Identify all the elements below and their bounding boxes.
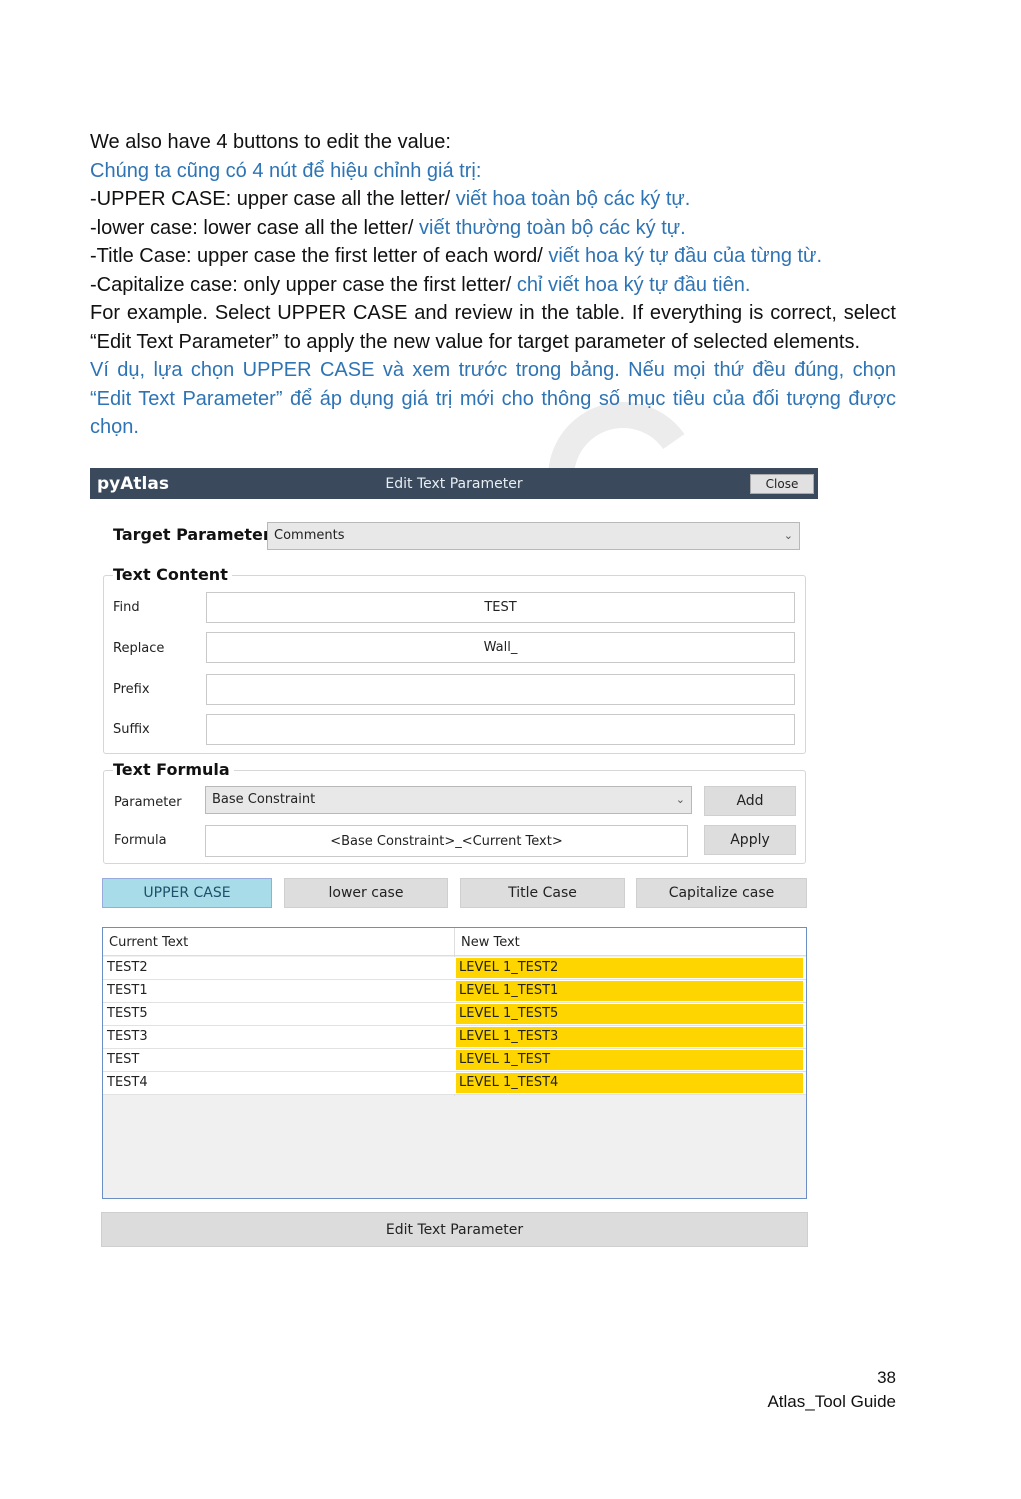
window-title: Edit Text Parameter bbox=[385, 476, 523, 492]
upper-case-description: -UPPER CASE: upper case all the letter/ … bbox=[90, 185, 896, 214]
new-text-cell: LEVEL 1_TEST2 bbox=[456, 958, 803, 978]
replace-input[interactable]: Wall_ bbox=[206, 632, 795, 663]
formula-label: Formula bbox=[114, 833, 167, 848]
formula-input[interactable]: <Base Constraint>_<Current Text> bbox=[205, 825, 688, 857]
title-case-en: -Title Case: upper case the first letter… bbox=[90, 245, 549, 267]
title-case-button[interactable]: Title Case bbox=[460, 878, 625, 908]
table-row[interactable]: TEST5 LEVEL 1_TEST5 bbox=[103, 1003, 806, 1026]
replace-label: Replace bbox=[113, 641, 165, 656]
edit-text-parameter-window: pyAtlas Edit Text Parameter Close bbox=[90, 468, 818, 499]
table-row[interactable]: TEST3 LEVEL 1_TEST3 bbox=[103, 1026, 806, 1049]
capitalize-description: -Capitalize case: only upper case the fi… bbox=[90, 271, 896, 300]
preview-table[interactable]: Current Text New Text TEST2 LEVEL 1_TEST2… bbox=[102, 927, 807, 1199]
table-row[interactable]: TEST4 LEVEL 1_TEST4 bbox=[103, 1072, 806, 1095]
new-text-cell: LEVEL 1_TEST3 bbox=[456, 1027, 803, 1047]
current-text-cell: TEST1 bbox=[107, 983, 148, 998]
edit-text-parameter-button[interactable]: Edit Text Parameter bbox=[101, 1212, 808, 1247]
page-number: 38 bbox=[877, 1368, 896, 1387]
title-case-description: -Title Case: upper case the first letter… bbox=[90, 242, 896, 271]
suffix-input[interactable] bbox=[206, 714, 795, 745]
new-text-cell: LEVEL 1_TEST5 bbox=[456, 1004, 803, 1024]
capitalize-case-button[interactable]: Capitalize case bbox=[636, 878, 807, 908]
title-case-vi: viết hoa ký tự đầu của từng từ. bbox=[548, 245, 823, 267]
current-text-cell: TEST bbox=[107, 1052, 140, 1067]
table-row[interactable]: TEST LEVEL 1_TEST bbox=[103, 1049, 806, 1072]
lower-case-vi: viết thường toàn bộ các ký tự. bbox=[419, 216, 686, 239]
capitalize-en: -Capitalize case: only upper case the fi… bbox=[90, 273, 517, 296]
close-button[interactable]: Close bbox=[750, 474, 814, 494]
suffix-label: Suffix bbox=[113, 722, 150, 737]
example-paragraph-vi: Ví dụ, lựa chọn UPPER CASE và xem trước … bbox=[90, 359, 896, 438]
upper-case-button[interactable]: UPPER CASE bbox=[102, 878, 272, 908]
chevron-down-icon: ⌄ bbox=[675, 793, 685, 806]
add-button[interactable]: Add bbox=[704, 786, 796, 816]
apply-button[interactable]: Apply bbox=[704, 825, 796, 855]
upper-case-en: -UPPER CASE: upper case all the letter/ bbox=[90, 188, 456, 210]
document-footer-title: Atlas_Tool Guide bbox=[767, 1392, 896, 1411]
new-text-cell: LEVEL 1_TEST1 bbox=[456, 981, 803, 1001]
target-parameter-label: Target Parameter bbox=[113, 525, 275, 544]
capitalize-vi: chỉ viết hoa ký tự đầu tiên. bbox=[516, 273, 751, 296]
prefix-input[interactable] bbox=[206, 674, 795, 705]
current-text-cell: TEST2 bbox=[107, 960, 148, 975]
intro-line: We also have 4 buttons to edit the value… bbox=[90, 131, 451, 153]
intro-line-vi: Chúng ta cũng có 4 nút để hiệu chỉnh giá… bbox=[90, 159, 482, 182]
target-parameter-select[interactable]: Comments ⌄ bbox=[267, 522, 800, 550]
upper-case-vi: viết hoa toàn bộ các ký tự. bbox=[455, 188, 691, 210]
column-header-new-text[interactable]: New Text bbox=[461, 935, 520, 950]
chevron-down-icon: ⌄ bbox=[783, 529, 793, 542]
title-bar: pyAtlas Edit Text Parameter Close bbox=[90, 468, 818, 499]
example-paragraph: For example. Select UPPER CASE and revie… bbox=[90, 302, 896, 353]
formula-parameter-value: Base Constraint bbox=[212, 792, 316, 807]
text-content-heading: Text Content bbox=[113, 565, 232, 584]
table-row[interactable]: TEST1 LEVEL 1_TEST1 bbox=[103, 980, 806, 1003]
new-text-cell: LEVEL 1_TEST4 bbox=[456, 1073, 803, 1093]
table-row[interactable]: TEST2 LEVEL 1_TEST2 bbox=[103, 957, 806, 980]
find-label: Find bbox=[113, 600, 140, 615]
current-text-cell: TEST4 bbox=[107, 1075, 148, 1090]
new-text-cell: LEVEL 1_TEST bbox=[456, 1050, 803, 1070]
formula-parameter-select[interactable]: Base Constraint ⌄ bbox=[205, 786, 692, 814]
lower-case-description: -lower case: lower case all the letter/ … bbox=[90, 214, 896, 243]
text-formula-heading: Text Formula bbox=[113, 760, 234, 779]
document-text: We also have 4 buttons to edit the value… bbox=[90, 128, 896, 442]
column-header-current-text[interactable]: Current Text bbox=[109, 935, 188, 950]
current-text-cell: TEST3 bbox=[107, 1029, 148, 1044]
current-text-cell: TEST5 bbox=[107, 1006, 148, 1021]
parameter-label: Parameter bbox=[114, 795, 182, 810]
prefix-label: Prefix bbox=[113, 682, 150, 697]
lower-case-en: -lower case: lower case all the letter/ bbox=[90, 216, 420, 239]
lower-case-button[interactable]: lower case bbox=[284, 878, 448, 908]
target-parameter-value: Comments bbox=[274, 528, 345, 543]
find-input[interactable]: TEST bbox=[206, 592, 795, 623]
